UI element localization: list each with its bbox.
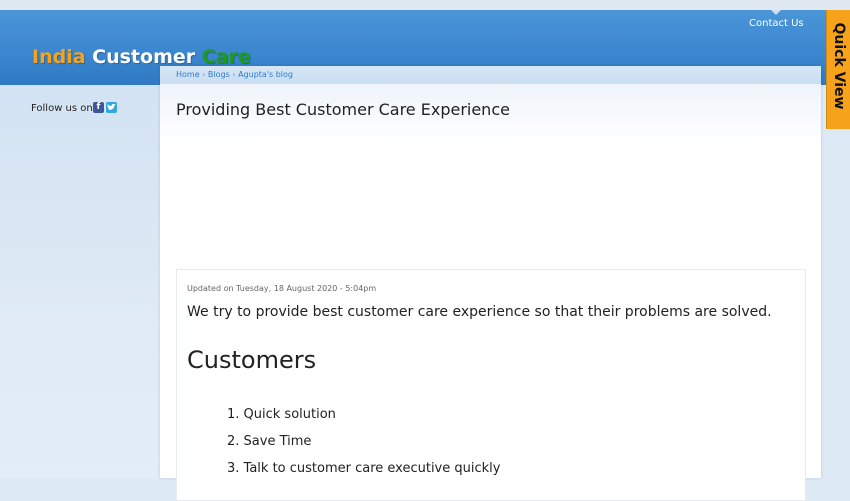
list-item: 3. Talk to customer care executive quick… [227, 461, 501, 476]
breadcrumb-user-blog[interactable]: Agupta's blog [238, 70, 293, 79]
logo-word-care: Care [201, 46, 251, 68]
logo-word-customer: Customer [92, 46, 196, 68]
main-content: Home › Blogs › Agupta's blog Providing B… [160, 66, 821, 501]
breadcrumb-separator: › [202, 70, 206, 79]
logo-word-india: India [32, 46, 86, 68]
facebook-icon[interactable]: f [93, 102, 104, 113]
article-body: Updated on Tuesday, 18 August 2020 - 5:0… [176, 269, 806, 501]
sidebar [0, 85, 160, 478]
top-strip [0, 0, 850, 10]
follow-us-label: Follow us on: [31, 103, 97, 114]
page-title: Providing Best Customer Care Experience [176, 100, 510, 119]
breadcrumb-home[interactable]: Home [176, 70, 200, 79]
breadcrumb-separator: › [232, 70, 236, 79]
section-heading: Customers [187, 346, 317, 374]
updated-timestamp: Updated on Tuesday, 18 August 2020 - 5:0… [187, 284, 377, 293]
quick-view-label: Quick View [831, 22, 847, 110]
list-item: 1. Quick solution [227, 407, 336, 422]
breadcrumb: Home › Blogs › Agupta's blog [176, 70, 293, 79]
contact-us-link[interactable]: Contact Us [749, 18, 804, 29]
customer-benefits-list: 1. Quick solution 2. Save Time 3. Talk t… [227, 407, 500, 488]
breadcrumb-bar: Home › Blogs › Agupta's blog [160, 66, 821, 84]
contact-caret-icon [771, 10, 781, 15]
list-item: 2. Save Time [227, 434, 312, 449]
twitter-icon[interactable] [106, 102, 117, 113]
quick-view-tab[interactable]: Quick View [826, 10, 850, 129]
site-logo[interactable]: India Customer Care [32, 46, 251, 68]
breadcrumb-blogs[interactable]: Blogs [208, 70, 230, 79]
intro-paragraph: We try to provide best customer care exp… [187, 304, 772, 320]
